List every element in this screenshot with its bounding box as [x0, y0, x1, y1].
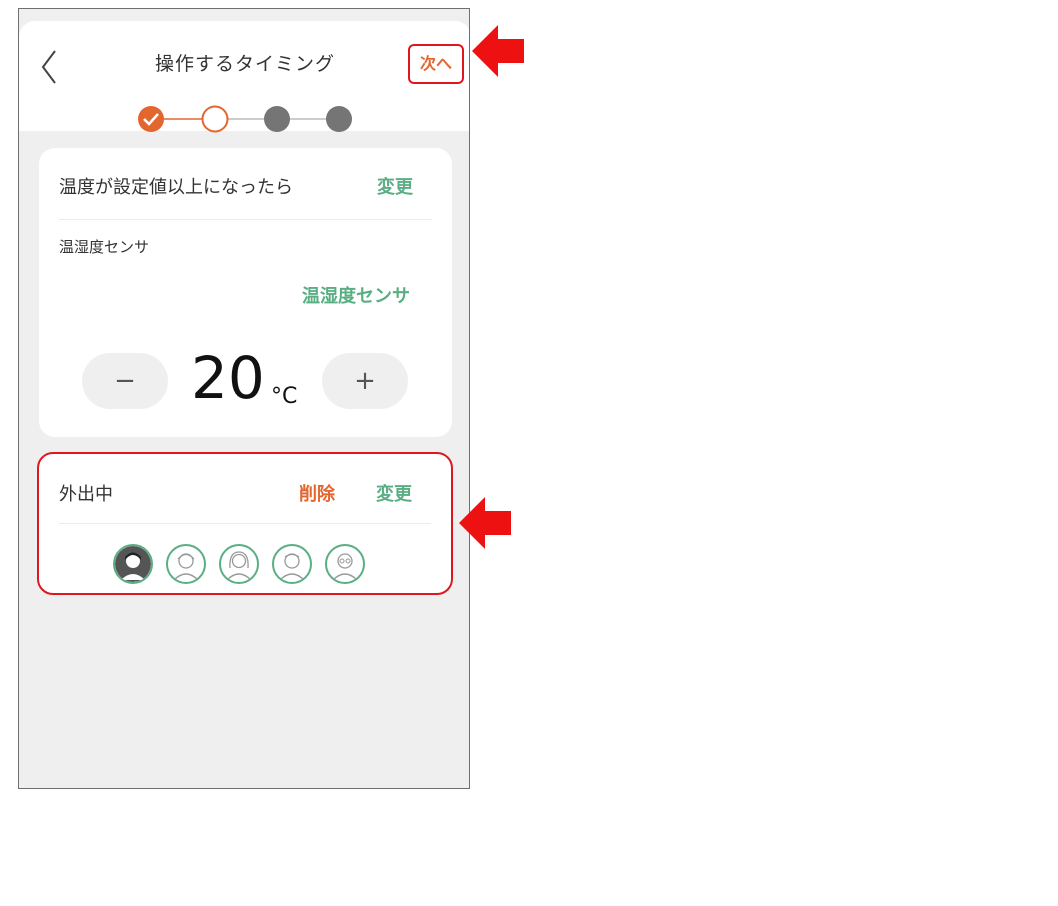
member-avatar-1[interactable]	[113, 544, 153, 584]
person-icon	[115, 546, 151, 582]
temperature-value: 20	[191, 344, 265, 412]
step-4-pending	[326, 106, 352, 132]
member-avatar-3[interactable]	[219, 544, 259, 584]
temperature-unit: °C	[271, 384, 298, 409]
condition-title: 温度が設定値以上になったら	[59, 177, 293, 198]
member-avatar-2[interactable]	[166, 544, 206, 584]
pointer-arrow-icon	[472, 25, 524, 77]
sensor-select-link[interactable]: 温湿度センサ	[302, 282, 410, 308]
away-condition-card: 外出中 削除 変更	[37, 452, 453, 595]
divider	[59, 523, 431, 524]
decrease-temperature-button[interactable]: −	[82, 353, 168, 409]
change-away-button[interactable]: 変更	[376, 480, 412, 506]
person-icon	[173, 553, 199, 581]
increase-temperature-button[interactable]: +	[322, 353, 408, 409]
divider	[59, 219, 432, 220]
step-3-pending	[264, 106, 290, 132]
change-condition-button[interactable]: 変更	[377, 173, 413, 199]
step-1-done	[138, 106, 164, 132]
member-avatar-5[interactable]	[325, 544, 365, 584]
person-icon	[226, 551, 252, 581]
header: 操作するタイミング 次へ	[19, 21, 469, 133]
person-icon	[279, 553, 305, 581]
temperature-condition-card: 温度が設定値以上になったら 変更 温湿度センサ 温湿度センサ − 20 °C +	[39, 148, 452, 437]
phone-screen: 操作するタイミング 次へ 温度が設定値以上になったら 変更 温湿度センサ 温湿度…	[18, 8, 470, 789]
next-button[interactable]: 次へ	[408, 44, 464, 84]
delete-button[interactable]: 削除	[299, 480, 335, 506]
step-indicator	[138, 105, 352, 133]
sensor-section-label: 温湿度センサ	[59, 238, 150, 256]
pointer-arrow-icon	[459, 497, 511, 549]
person-icon	[332, 553, 358, 581]
away-title: 外出中	[59, 484, 113, 505]
member-avatar-4[interactable]	[272, 544, 312, 584]
step-2-current	[201, 105, 229, 133]
page-title: 操作するタイミング	[154, 53, 335, 75]
